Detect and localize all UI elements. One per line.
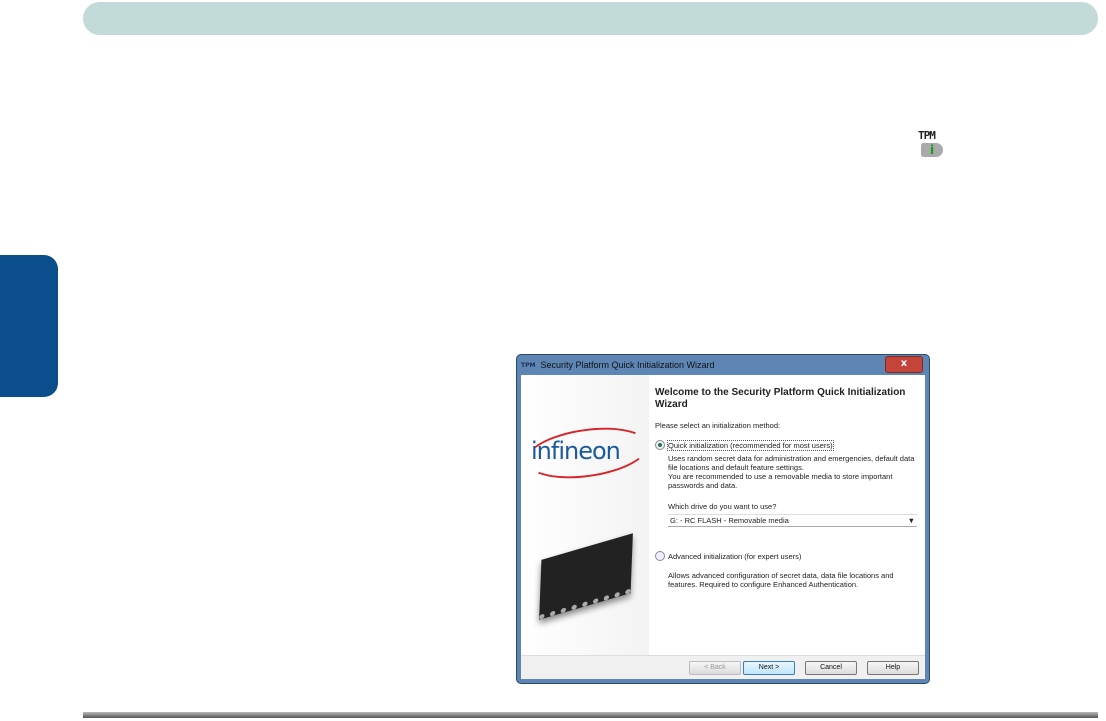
tpm-icon-label: TPM	[918, 129, 936, 142]
wizard-heading: Welcome to the Security Platform Quick I…	[655, 387, 906, 410]
method-prompt: Please select an initialization method:	[655, 421, 781, 430]
close-button[interactable]: x	[885, 356, 923, 373]
drive-value: G: - RC FLASH - Removable media	[670, 516, 789, 525]
quick-desc-2: You are recommended to use a removable m…	[668, 472, 893, 490]
tpm-icon: TPM i	[918, 130, 948, 158]
help-button[interactable]: Help	[867, 661, 919, 675]
back-button[interactable]: < Back	[689, 661, 741, 675]
dialog-title: Security Platform Quick Initialization W…	[540, 360, 715, 370]
dialog-client: infineon Welcome to the Security Platfor…	[521, 375, 925, 679]
advanced-desc: Allows advanced configuration of secret …	[668, 571, 894, 589]
quick-init-label: Quick initialization (recommended for mo…	[667, 439, 834, 451]
footer-rule	[83, 712, 1098, 718]
drive-label: Which drive do you want to use?	[668, 502, 777, 511]
chapter-tab	[0, 255, 58, 397]
header-bar	[83, 2, 1098, 35]
wizard-dialog: TPM Security Platform Quick Initializati…	[516, 354, 930, 684]
chevron-down-icon: ▼	[907, 516, 915, 525]
quick-init-radio[interactable]: Quick initialization (recommended for mo…	[655, 439, 917, 451]
info-icon: i	[921, 143, 943, 157]
tpm-chip-image	[539, 533, 633, 620]
advanced-init-label: Advanced initialization (for expert user…	[668, 551, 802, 561]
drive-select[interactable]: G: - RC FLASH - Removable media ▼	[668, 514, 917, 527]
advanced-init-radio[interactable]: Advanced initialization (for expert user…	[655, 551, 917, 561]
title-bar: TPM Security Platform Quick Initializati…	[517, 355, 929, 375]
radio-unselected-icon	[655, 551, 665, 561]
next-button[interactable]: Next >	[743, 661, 795, 675]
side-panel: infineon	[521, 375, 649, 655]
tpm-title-icon: TPM	[521, 361, 536, 369]
quick-desc-1: Uses random secret data for administrati…	[668, 454, 915, 472]
radio-selected-icon	[655, 440, 665, 450]
infineon-logo: infineon	[531, 437, 621, 465]
button-bar: < Back Next > Cancel Help	[521, 655, 925, 679]
cancel-button[interactable]: Cancel	[805, 661, 857, 675]
